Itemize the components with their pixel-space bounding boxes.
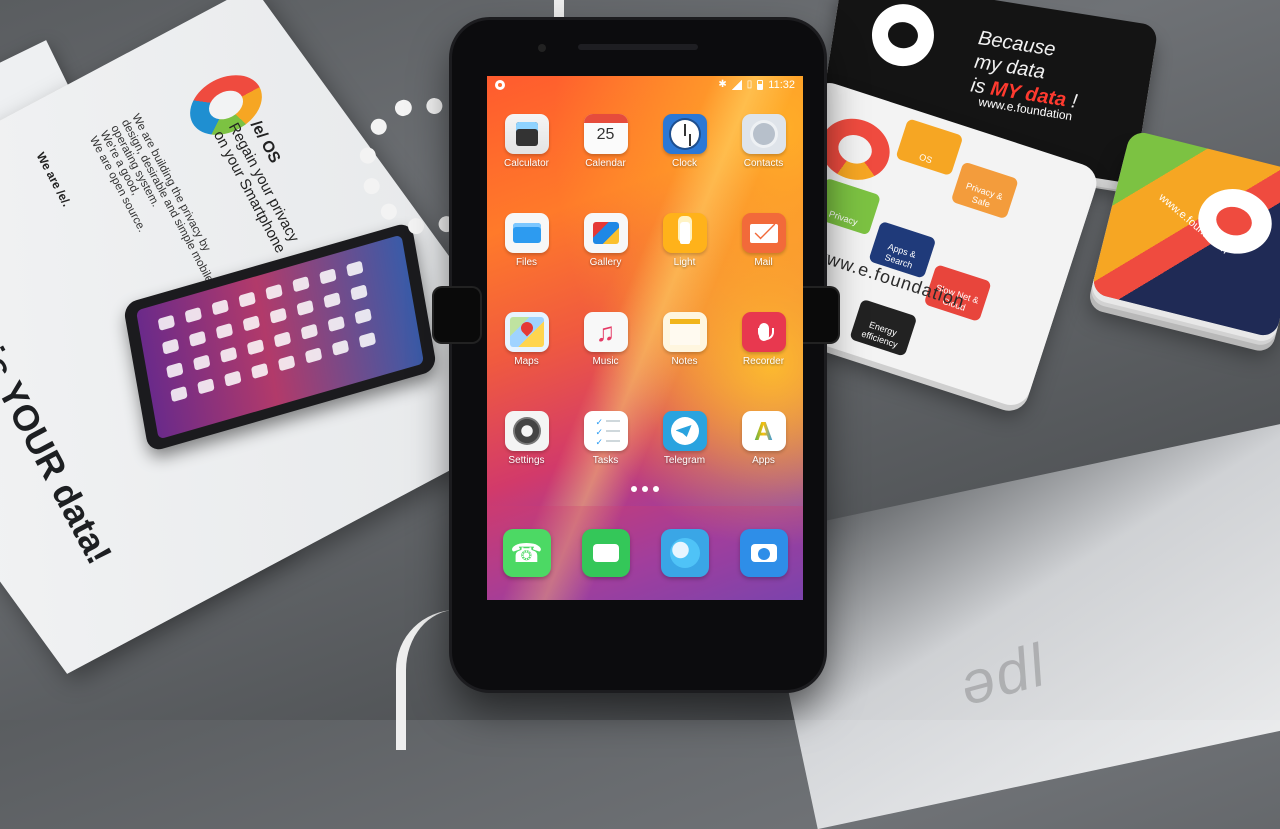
calculator-icon[interactable] xyxy=(504,114,549,154)
feature-tile: Privacy & Safe xyxy=(950,161,1019,220)
app-label: Clock xyxy=(671,158,697,169)
app-label: Calculator xyxy=(503,158,550,169)
calendar-header xyxy=(583,114,628,123)
app-label: Recorder xyxy=(742,356,785,367)
front-camera xyxy=(538,44,546,52)
app-contacts[interactable]: Contacts xyxy=(724,114,803,169)
app-label: Calendar xyxy=(585,158,626,169)
flashlight-icon[interactable] xyxy=(662,213,707,253)
app-label: Apps xyxy=(752,455,775,466)
app-apps[interactable]: Apps xyxy=(724,411,803,466)
clock-icon[interactable] xyxy=(662,114,707,154)
settings-gear-icon[interactable] xyxy=(504,411,549,451)
gallery-icon[interactable] xyxy=(583,213,628,253)
e-logo-icon xyxy=(812,109,898,189)
app-light[interactable]: Light xyxy=(645,213,724,268)
maps-icon[interactable] xyxy=(504,312,549,352)
phone-dialer-icon[interactable] xyxy=(502,529,551,577)
status-icons: ✱ ▯ 11:32 xyxy=(718,79,795,91)
app-label: Tasks xyxy=(592,455,619,466)
app-label: Files xyxy=(515,257,538,268)
telegram-icon[interactable] xyxy=(662,411,707,451)
folder-icon[interactable] xyxy=(504,213,549,253)
battery-icon xyxy=(757,80,764,90)
app-clock[interactable]: Clock xyxy=(645,114,724,169)
mail-icon[interactable] xyxy=(741,213,786,253)
display-clamp-left xyxy=(434,288,480,342)
dock xyxy=(487,506,803,600)
app-label: Gallery xyxy=(589,257,622,268)
earpiece-speaker xyxy=(578,44,698,50)
calendar-date: 25 xyxy=(596,126,615,143)
app-settings[interactable]: Settings xyxy=(487,411,566,466)
app-label: Music xyxy=(592,356,619,367)
app-label: Maps xyxy=(514,356,539,367)
app-music[interactable]: Music xyxy=(566,312,645,367)
app-tasks[interactable]: Tasks xyxy=(566,411,645,466)
app-files[interactable]: Files xyxy=(487,213,566,268)
app-label: Mail xyxy=(754,257,773,268)
page-dot[interactable] xyxy=(631,486,637,492)
sim-icon: ▯ xyxy=(746,79,753,90)
contacts-icon[interactable] xyxy=(741,114,786,154)
calendar-icon[interactable]: 25 xyxy=(583,114,628,154)
app-label: Contacts xyxy=(743,158,784,169)
app-label: Telegram xyxy=(663,455,706,466)
browser-globe-icon[interactable] xyxy=(660,529,709,577)
messages-icon[interactable] xyxy=(581,529,630,577)
app-grid: Calculator 25 Calendar Clock Contacts Files Ga… xyxy=(487,114,803,466)
camera-icon[interactable] xyxy=(739,529,788,577)
bluetooth-icon: ✱ xyxy=(718,79,727,90)
signal-icon xyxy=(731,80,742,90)
app-label: Light xyxy=(673,257,696,268)
app-gallery[interactable]: Gallery xyxy=(566,213,645,268)
app-mail[interactable]: Mail xyxy=(724,213,803,268)
feature-tile: Energy efficiency xyxy=(849,298,918,357)
app-calculator[interactable]: Calculator xyxy=(487,114,566,169)
app-calendar[interactable]: 25 Calendar xyxy=(566,114,645,169)
feature-tile: OS xyxy=(895,118,964,177)
notes-icon[interactable] xyxy=(662,312,707,352)
app-notes[interactable]: Notes xyxy=(645,312,724,367)
table-reflection xyxy=(755,410,1280,829)
app-label: Settings xyxy=(508,455,545,466)
microphone-icon[interactable] xyxy=(741,312,786,352)
home-screen: ✱ ▯ 11:32 Calculator 25 Calendar Clock Conta… xyxy=(487,76,803,600)
app-maps[interactable]: Maps xyxy=(487,312,566,367)
e-notification-icon xyxy=(495,80,505,90)
page-dot[interactable] xyxy=(642,486,648,492)
status-bar: ✱ ▯ 11:32 xyxy=(487,76,803,94)
music-icon[interactable] xyxy=(583,312,628,352)
page-indicator xyxy=(487,486,803,492)
app-telegram[interactable]: Telegram xyxy=(645,411,724,466)
app-label: Notes xyxy=(671,356,698,367)
e-logo-icon xyxy=(1191,181,1279,262)
status-time: 11:32 xyxy=(768,79,795,91)
e-logo-icon xyxy=(867,0,939,71)
app-store-icon[interactable] xyxy=(741,411,786,451)
tasks-checklist-icon[interactable] xyxy=(583,411,628,451)
page-dot[interactable] xyxy=(653,486,659,492)
app-recorder[interactable]: Recorder xyxy=(724,312,803,367)
